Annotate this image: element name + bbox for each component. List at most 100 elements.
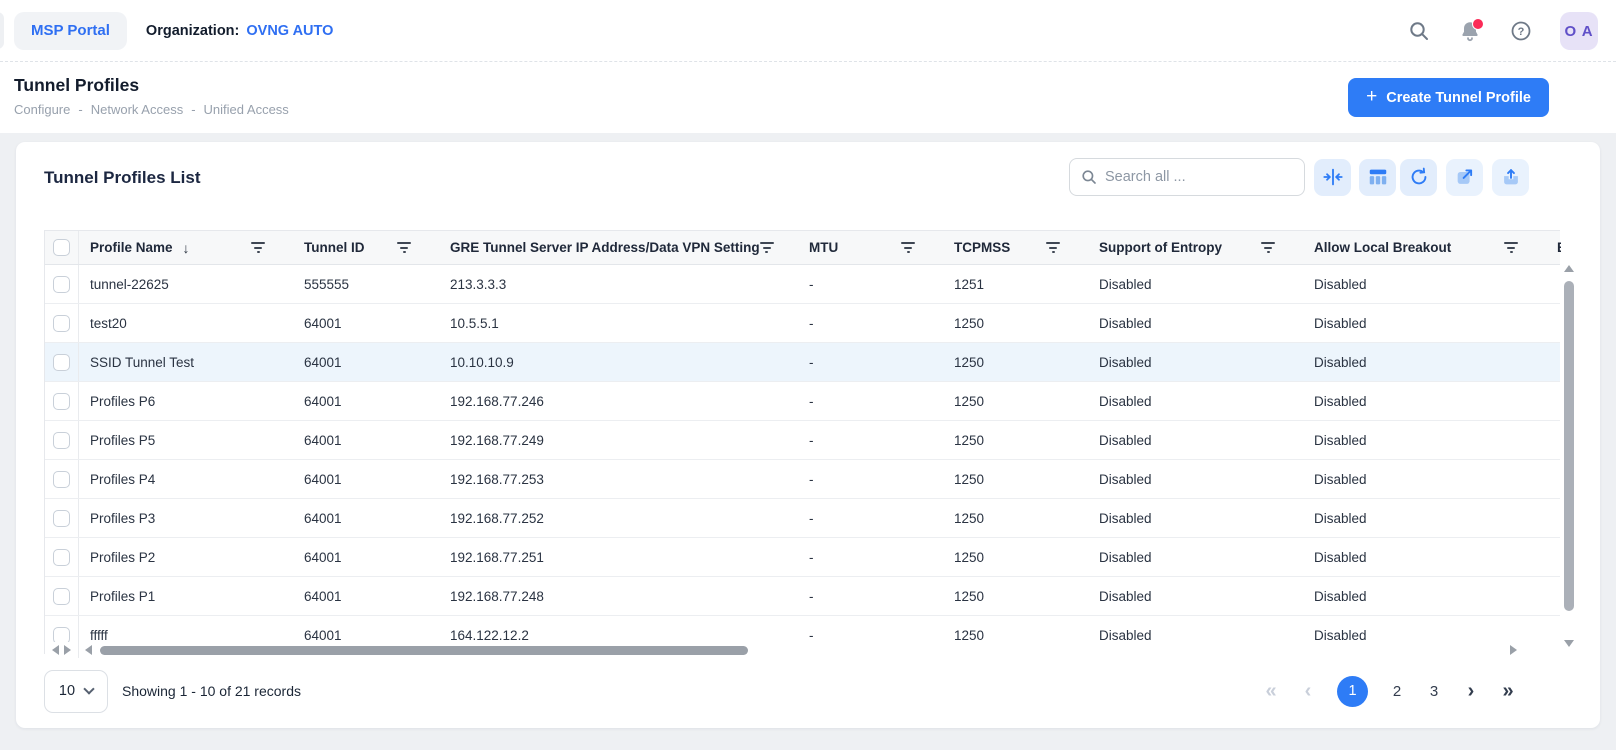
column-header-extra[interactable]: E bbox=[1546, 231, 1561, 264]
pagination-next[interactable]: › bbox=[1463, 681, 1479, 701]
row-checkbox[interactable] bbox=[53, 588, 70, 605]
column-header-tunnel_id[interactable]: Tunnel ID bbox=[293, 231, 439, 264]
column-header-name[interactable]: Profile Name↓ bbox=[79, 231, 293, 264]
row-checkbox-cell bbox=[45, 265, 79, 303]
export-button[interactable] bbox=[1446, 159, 1483, 196]
table-row[interactable]: test206400110.5.5.1-1250DisabledDisabled bbox=[45, 304, 1560, 343]
row-checkbox[interactable] bbox=[53, 276, 70, 293]
column-header-gre_ip[interactable]: GRE Tunnel Server IP Address/Data VPN Se… bbox=[439, 231, 798, 264]
plus-icon: + bbox=[1366, 86, 1377, 108]
column-label: MTU bbox=[809, 240, 838, 255]
search-input[interactable] bbox=[1105, 169, 1294, 185]
page-size-select[interactable]: 10 bbox=[44, 670, 108, 713]
sort-desc-icon[interactable]: ↓ bbox=[183, 240, 190, 256]
cell-mtu: - bbox=[798, 394, 943, 409]
pagination-prev[interactable]: ‹ bbox=[1300, 681, 1316, 701]
search-icon bbox=[1080, 168, 1098, 186]
column-header-breakout[interactable]: Allow Local Breakout bbox=[1303, 231, 1546, 264]
pagination-page-1[interactable]: 1 bbox=[1337, 676, 1368, 707]
cell-mtu: - bbox=[798, 355, 943, 370]
pagination-last[interactable]: » bbox=[1500, 681, 1516, 701]
create-tunnel-profile-button[interactable]: + Create Tunnel Profile bbox=[1348, 78, 1549, 117]
cell-entropy: Disabled bbox=[1088, 277, 1303, 292]
filter-icon[interactable] bbox=[901, 242, 915, 253]
cell-mtu: - bbox=[798, 589, 943, 604]
cell-entropy: Disabled bbox=[1088, 589, 1303, 604]
breadcrumb: Configure-Network Access-Unified Access bbox=[14, 102, 289, 117]
cell-name: Profiles P3 bbox=[79, 511, 293, 526]
row-checkbox[interactable] bbox=[53, 549, 70, 566]
table-row[interactable]: Profiles P664001192.168.77.246-1250Disab… bbox=[45, 382, 1560, 421]
filter-icon[interactable] bbox=[251, 242, 265, 253]
cell-tunnel_id: 64001 bbox=[293, 589, 439, 604]
column-header-tcpmss[interactable]: TCPMSS bbox=[943, 231, 1088, 264]
msp-portal-button[interactable]: MSP Portal bbox=[14, 12, 127, 50]
columns-button[interactable] bbox=[1359, 159, 1396, 196]
table-row[interactable]: Profiles P464001192.168.77.253-1250Disab… bbox=[45, 460, 1560, 499]
card-title: Tunnel Profiles List bbox=[44, 168, 200, 188]
organization-name-link[interactable]: OVNG AUTO bbox=[246, 23, 333, 39]
cell-entropy: Disabled bbox=[1088, 355, 1303, 370]
cell-breakout: Disabled bbox=[1303, 472, 1546, 487]
cell-breakout: Disabled bbox=[1303, 589, 1546, 604]
table-row[interactable]: Profiles P364001192.168.77.252-1250Disab… bbox=[45, 499, 1560, 538]
row-checkbox[interactable] bbox=[53, 627, 70, 644]
select-all-checkbox[interactable] bbox=[53, 239, 70, 256]
row-checkbox[interactable] bbox=[53, 471, 70, 488]
column-label: Allow Local Breakout bbox=[1314, 240, 1451, 255]
row-checkbox[interactable] bbox=[53, 393, 70, 410]
pagination-page-2[interactable]: 2 bbox=[1389, 683, 1405, 700]
scroll-down-icon[interactable] bbox=[1564, 640, 1574, 647]
cell-gre_ip: 10.5.5.1 bbox=[439, 316, 798, 331]
row-checkbox[interactable] bbox=[53, 432, 70, 449]
help-icon[interactable]: ? bbox=[1509, 19, 1533, 43]
top-bar: MSP Portal Organization: OVNG AUTO ? O A bbox=[0, 0, 1616, 62]
cell-tunnel_id: 64001 bbox=[293, 394, 439, 409]
breadcrumb-item[interactable]: Configure bbox=[14, 102, 70, 117]
cell-tcpmss: 1250 bbox=[943, 355, 1088, 370]
breadcrumb-item[interactable]: Unified Access bbox=[204, 102, 289, 117]
cell-gre_ip: 192.168.77.251 bbox=[439, 550, 798, 565]
pagination-page-3[interactable]: 3 bbox=[1426, 683, 1442, 700]
table-row[interactable]: Profiles P264001192.168.77.251-1250Disab… bbox=[45, 538, 1560, 577]
create-button-label: Create Tunnel Profile bbox=[1386, 90, 1531, 106]
vertical-scroll-thumb[interactable] bbox=[1564, 281, 1574, 611]
table-row[interactable]: Profiles P164001192.168.77.248-1250Disab… bbox=[45, 577, 1560, 616]
cell-mtu: - bbox=[798, 550, 943, 565]
row-checkbox-cell bbox=[45, 499, 79, 537]
upload-button[interactable] bbox=[1492, 159, 1529, 196]
filter-icon[interactable] bbox=[1046, 242, 1060, 253]
cell-name: SSID Tunnel Test bbox=[79, 355, 293, 370]
column-header-entropy[interactable]: Support of Entropy bbox=[1088, 231, 1303, 264]
cell-entropy: Disabled bbox=[1088, 316, 1303, 331]
row-checkbox[interactable] bbox=[53, 510, 70, 527]
table-row[interactable]: Profiles P564001192.168.77.249-1250Disab… bbox=[45, 421, 1560, 460]
column-header-mtu[interactable]: MTU bbox=[798, 231, 943, 264]
row-checkbox[interactable] bbox=[53, 315, 70, 332]
page-header: Tunnel Profiles Configure-Network Access… bbox=[0, 62, 1616, 133]
header-select-all[interactable] bbox=[45, 231, 79, 264]
scroll-up-icon[interactable] bbox=[1564, 265, 1574, 272]
cell-name: Profiles P2 bbox=[79, 550, 293, 565]
column-label: E bbox=[1557, 240, 1561, 255]
fit-columns-button[interactable] bbox=[1314, 159, 1351, 196]
refresh-button[interactable] bbox=[1400, 159, 1437, 196]
user-avatar[interactable]: O A bbox=[1560, 12, 1598, 50]
breadcrumb-item[interactable]: Network Access bbox=[91, 102, 183, 117]
cell-name: Profiles P5 bbox=[79, 433, 293, 448]
tunnel-profiles-table: Profile Name↓Tunnel IDGRE Tunnel Server … bbox=[44, 230, 1560, 654]
table-row[interactable]: tunnel-22625555555213.3.3.3-1251Disabled… bbox=[45, 265, 1560, 304]
filter-icon[interactable] bbox=[1504, 242, 1518, 253]
cell-entropy: Disabled bbox=[1088, 550, 1303, 565]
export-open-icon bbox=[1454, 166, 1476, 188]
row-checkbox[interactable] bbox=[53, 354, 70, 371]
filter-icon[interactable] bbox=[1261, 242, 1275, 253]
table-row[interactable]: SSID Tunnel Test6400110.10.10.9-1250Disa… bbox=[45, 343, 1560, 382]
filter-icon[interactable] bbox=[397, 242, 411, 253]
pagination-first[interactable]: « bbox=[1263, 681, 1279, 701]
notifications-bell-icon[interactable] bbox=[1458, 19, 1482, 43]
filter-icon[interactable] bbox=[760, 242, 774, 253]
svg-text:?: ? bbox=[1518, 26, 1525, 38]
cell-mtu: - bbox=[798, 511, 943, 526]
search-icon[interactable] bbox=[1407, 19, 1431, 43]
